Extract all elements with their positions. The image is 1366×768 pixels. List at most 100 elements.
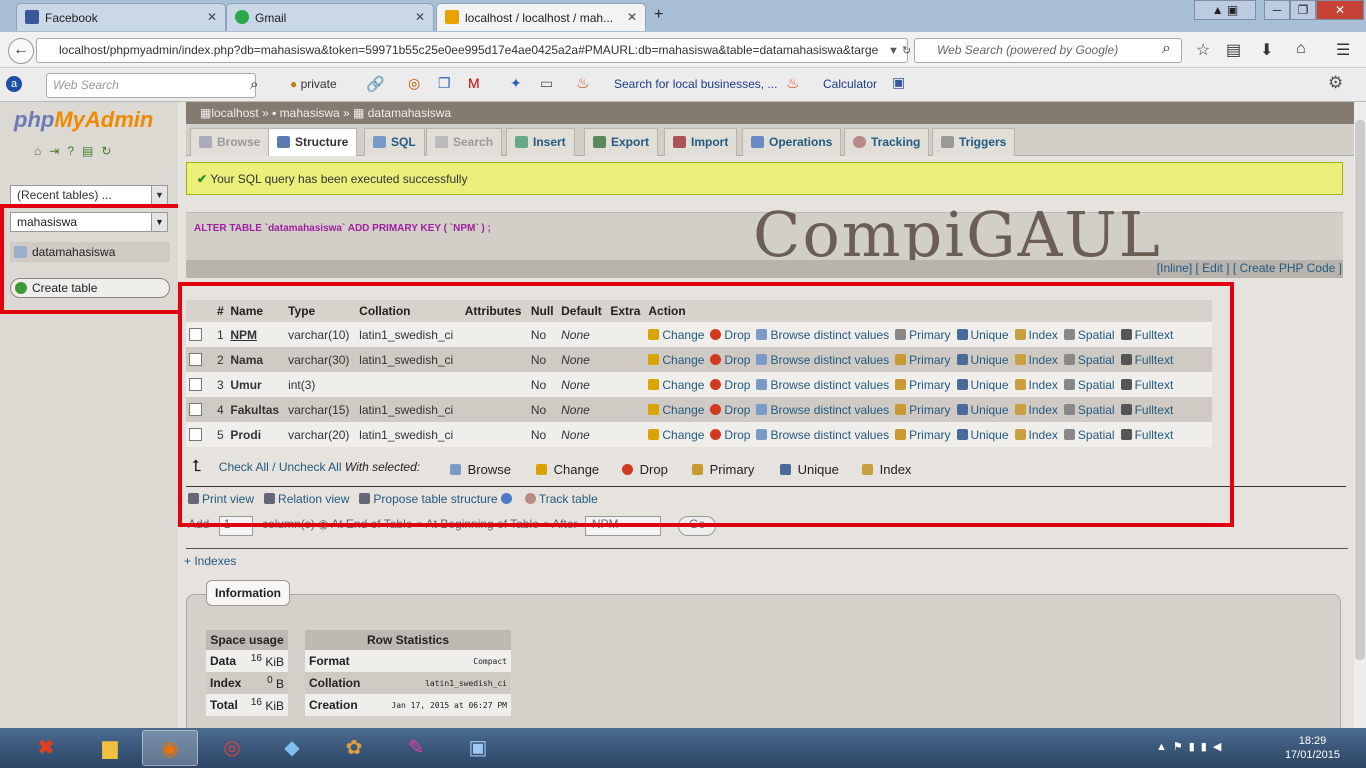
minimize-button[interactable]: ─	[1264, 0, 1290, 20]
tab-facebook[interactable]: Facebook ✕	[16, 3, 226, 31]
export-icon	[593, 136, 606, 148]
tab-browse[interactable]: Browse	[190, 128, 270, 156]
phpmyadmin-logo[interactable]: phpMyAdmin	[14, 107, 153, 133]
ask-icon[interactable]: a	[6, 76, 22, 92]
sketch-icon[interactable]: ✎	[388, 730, 444, 766]
home-icon[interactable]: ⌂	[1296, 40, 1306, 58]
calculator-button[interactable]: Calculator	[823, 77, 877, 91]
tab-operations[interactable]: Operations	[742, 128, 842, 156]
widget-icon[interactable]: ◎	[408, 75, 420, 92]
browser-tab-bar: Facebook ✕ Gmail ✕ localhost / localhost /…	[0, 0, 1366, 32]
display-icon[interactable]: ▭	[540, 75, 553, 92]
notebook-icon[interactable]: ◆	[264, 730, 320, 766]
toolbar-web-search-input[interactable]: Web Search	[46, 73, 256, 98]
browse-icon	[199, 136, 212, 148]
reload-icon[interactable]: ↻	[101, 144, 119, 158]
wrench-icon	[751, 136, 764, 148]
success-message: ✔ Your SQL query has been executed succe…	[186, 162, 1343, 195]
fire-icon[interactable]: ♨	[576, 74, 589, 92]
highlight-box	[0, 204, 186, 314]
exit-icon[interactable]: ⇥	[49, 144, 67, 158]
addon-toolbar: a Web Search ⌕ ● private 🔗 ◎ ❐ M ✦ ▭ ♨ S…	[0, 68, 1366, 102]
tray-icons[interactable]: ▲⚑▮▮◀	[1156, 740, 1227, 753]
chevron-down-icon: ▼	[151, 186, 167, 204]
reload-icon[interactable]: ▼ ↻	[888, 44, 911, 57]
maximize-button[interactable]: ❐	[1290, 0, 1316, 20]
help-icon[interactable]: ?	[67, 144, 82, 158]
space-usage-table: Space usage Data 16 KiB Index 0 B Total 16 …	[206, 630, 288, 716]
pma-main-panel: ▦localhost » ▪ mahasiswa » ▦ datamahasis…	[178, 102, 1354, 734]
row-statistics-table: Row Statistics Format Compact Collation la…	[305, 630, 511, 716]
bookmark-star-icon[interactable]: ☆	[1196, 40, 1210, 60]
tab-sql[interactable]: SQL	[364, 128, 425, 156]
facebook-icon	[25, 10, 39, 24]
tab-triggers[interactable]: Triggers	[932, 128, 1016, 156]
copy-icon[interactable]: ❐	[438, 75, 451, 92]
navigation-bar: ← localhost/phpmyadmin/index.php?db=maha…	[0, 32, 1366, 68]
start-icon[interactable]: ✖	[18, 730, 74, 766]
file-explorer-icon[interactable]: ▆	[82, 730, 138, 766]
indexes-toggle[interactable]: + Indexes	[184, 554, 236, 568]
search-icon[interactable]: ⌕	[250, 76, 258, 93]
new-tab-button[interactable]: +	[654, 6, 663, 24]
gmail-addon-icon[interactable]: M	[468, 75, 480, 91]
virtualbox-icon[interactable]: ▣	[450, 730, 506, 766]
chrome-icon[interactable]: ◎	[204, 730, 260, 766]
breadcrumb: ▦localhost » ▪ mahasiswa » ▦ datamahasis…	[186, 102, 1354, 124]
close-icon[interactable]: ✕	[415, 10, 425, 24]
recent-tables-select[interactable]: (Recent tables) ... ▼	[10, 185, 168, 205]
local-search-button[interactable]: Search for local businesses, ...	[614, 77, 777, 91]
clock[interactable]: 18:29 17/01/2015	[1285, 734, 1340, 762]
docs-icon[interactable]: ▤	[82, 144, 101, 158]
close-icon[interactable]: ✕	[207, 10, 217, 24]
tab-tracking[interactable]: Tracking	[844, 128, 930, 156]
window-restore-list[interactable]: ▲ ▣	[1194, 0, 1256, 20]
check-icon: ✔	[197, 172, 208, 186]
divider	[186, 548, 1348, 549]
private-button[interactable]: ● private	[290, 77, 337, 91]
nav-icons: ⌂⇥?▤↻	[34, 144, 119, 158]
insert-icon	[515, 136, 528, 148]
fire-icon[interactable]: ♨	[786, 74, 799, 92]
gear-icon[interactable]: ⚙	[1328, 73, 1343, 93]
table-icon: ▦	[353, 106, 365, 120]
close-icon[interactable]: ✕	[627, 10, 637, 24]
menu-icon[interactable]: ☰	[1336, 40, 1350, 60]
pma-navigation-panel: phpMyAdmin ⌂⇥?▤↻ (Recent tables) ... ▼ ma…	[0, 102, 186, 728]
information-legend: Information	[206, 580, 290, 606]
tab-phpmyadmin[interactable]: localhost / localhost / mah... ✕	[436, 3, 646, 31]
scrollbar[interactable]	[1354, 102, 1366, 728]
eye-icon	[853, 136, 866, 148]
bookmarks-menu-icon[interactable]: ▤	[1226, 40, 1241, 60]
triggers-icon	[941, 136, 954, 148]
url-bar[interactable]: localhost/phpmyadmin/index.php?db=mahasi…	[36, 38, 908, 63]
close-window-button[interactable]: ✕	[1316, 0, 1364, 20]
home-icon[interactable]: ⌂	[34, 144, 49, 158]
tab-gmail[interactable]: Gmail ✕	[226, 3, 434, 31]
db-icon: ▪	[272, 106, 277, 120]
download-icon[interactable]: ⬇	[1260, 40, 1273, 60]
back-button[interactable]: ←	[8, 38, 34, 64]
tab-search[interactable]: Search	[426, 128, 503, 156]
phpmyadmin-favicon	[445, 10, 459, 24]
paint-icon[interactable]: ✿	[326, 730, 382, 766]
search-icon	[435, 136, 448, 148]
sql-query-text: ALTER TABLE `datamahasiswa` ADD PRIMARY …	[194, 223, 491, 234]
rss-icon[interactable]: ✦	[510, 75, 522, 92]
highlight-box	[178, 282, 1234, 527]
pma-tabs: Browse Structure SQL Search Insert Expor…	[186, 124, 1354, 156]
tab-import[interactable]: Import	[664, 128, 738, 156]
web-search-input[interactable]: Web Search (powered by Google)	[914, 38, 1182, 63]
sql-query-links[interactable]: [Inline] [ Edit ] [ Create PHP Code ]	[1157, 261, 1342, 275]
facebook-icon[interactable]: ▣	[892, 74, 905, 91]
search-icon[interactable]: ⌕	[1162, 40, 1171, 58]
gmail-icon	[235, 10, 249, 24]
scrollbar-thumb[interactable]	[1355, 120, 1365, 660]
firefox-icon[interactable]: ◉	[142, 730, 198, 766]
link-icon[interactable]: 🔗	[366, 75, 385, 93]
tab-insert[interactable]: Insert	[506, 128, 575, 156]
tab-structure[interactable]: Structure	[268, 128, 358, 156]
tab-export[interactable]: Export	[584, 128, 659, 156]
windows-taskbar: ✖ ▆ ◉ ◎ ◆ ✿ ✎ ▣ ▲⚑▮▮◀ 18:29 17/01/2015	[0, 728, 1366, 768]
structure-icon	[277, 136, 290, 148]
